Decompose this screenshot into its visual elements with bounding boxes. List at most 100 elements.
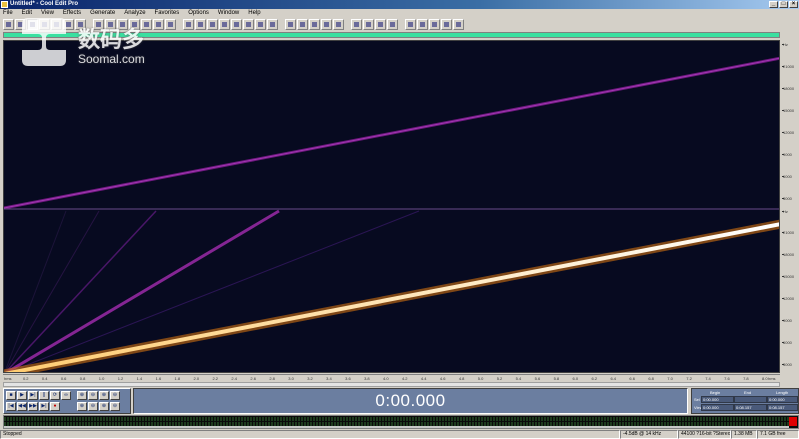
view-end-field[interactable]: 0:08.157 xyxy=(734,404,767,411)
menu-edit[interactable]: Edit xyxy=(22,9,32,18)
pause-button[interactable]: || xyxy=(39,391,49,400)
time-tick: hms xyxy=(768,376,776,381)
toolbar-button-32[interactable] xyxy=(405,19,416,30)
toolbar-button-20[interactable] xyxy=(243,19,254,30)
toolbar-button-9[interactable] xyxy=(105,19,116,30)
time-tick: 4.0 xyxy=(383,376,389,381)
status-bar: Stopped -4.5dB @ 14 kHz 44100 ?16-bit ?S… xyxy=(0,430,799,439)
zoom-selection-button[interactable]: ⊖ xyxy=(110,391,120,400)
maximize-button[interactable]: □ xyxy=(779,1,788,8)
time-tick: 1.6 xyxy=(155,376,162,381)
time-tick: 1.4 xyxy=(136,376,143,381)
toolbar-button-13[interactable] xyxy=(153,19,164,30)
toolbar-button-36[interactable] xyxy=(453,19,464,30)
time-tick: 4.8 xyxy=(458,376,465,381)
menu-view[interactable]: View xyxy=(41,9,54,18)
toolbar-button-10[interactable] xyxy=(117,19,128,30)
menu-window[interactable]: Window xyxy=(218,9,239,18)
zoom-in-horizontal-button[interactable]: ⊕ xyxy=(77,391,87,400)
go-to-end-button[interactable]: ▶| xyxy=(39,402,49,411)
toolbar-button-16[interactable] xyxy=(195,19,206,30)
zoom-out-horizontal-button[interactable]: ⊖ xyxy=(88,391,98,400)
frequency-tick: 15000 xyxy=(781,274,795,280)
fundamental-sweep xyxy=(4,222,779,372)
zoom-in-vertical-button[interactable]: ⊕ xyxy=(99,402,109,411)
menu-options[interactable]: Options xyxy=(188,9,209,18)
menu-favorites[interactable]: Favorites xyxy=(155,9,180,18)
menu-file[interactable]: File xyxy=(3,9,13,18)
status-cursor-readout: -4.5dB @ 14 kHz xyxy=(620,430,678,439)
overview-bar[interactable] xyxy=(3,32,780,38)
toolbar-button-28[interactable] xyxy=(351,19,362,30)
horizontal-scrollbar[interactable] xyxy=(3,382,780,387)
toolbar-button-35[interactable] xyxy=(441,19,452,30)
harmonic-line-4 xyxy=(4,210,100,372)
toolbar-button-18[interactable] xyxy=(219,19,230,30)
toolbar-button-29[interactable] xyxy=(363,19,374,30)
toolbar-button-21[interactable] xyxy=(255,19,266,30)
toolbar-button-27[interactable] xyxy=(333,19,344,30)
toolbar-button-26[interactable] xyxy=(321,19,332,30)
stop-button[interactable]: ■ xyxy=(6,391,16,400)
toolbar-button-14[interactable] xyxy=(165,19,176,30)
play-to-end-button[interactable]: ▶| xyxy=(28,391,38,400)
toolbar-button-31[interactable] xyxy=(387,19,398,30)
menu-bar: File Edit View Effects Generate Analyze … xyxy=(0,9,799,18)
menu-generate[interactable]: Generate xyxy=(90,9,115,18)
sel-begin-field[interactable]: 0:00.000 xyxy=(701,396,734,403)
sel-end-field[interactable] xyxy=(734,396,767,403)
toolbar-button-25[interactable] xyxy=(309,19,320,30)
time-tick: 3.2 xyxy=(307,376,313,381)
time-tick: 4.6 xyxy=(439,376,446,381)
rewind-button[interactable]: ◀◀ xyxy=(17,402,27,411)
time-ruler[interactable]: hms 0.2 0.4 0.6 0.8 1.0 1.2 1.4 1.6 1.8 2.0 2.2 2.4 2… xyxy=(3,374,780,382)
toolbar-button-23[interactable] xyxy=(285,19,296,30)
close-button[interactable]: × xyxy=(789,1,798,8)
fast-forward-button[interactable]: ▶▶ xyxy=(28,402,38,411)
toolbar-button-19[interactable] xyxy=(231,19,242,30)
zoom-out-right-button[interactable]: ⊖ xyxy=(88,402,98,411)
toolbar-button-2[interactable] xyxy=(15,19,26,30)
toolbar-button-5[interactable] xyxy=(51,19,62,30)
toolbar-button-24[interactable] xyxy=(297,19,308,30)
frequency-tick: Hz xyxy=(782,208,788,214)
view-length-field[interactable]: 0:08.157 xyxy=(767,404,798,411)
menu-effects[interactable]: Effects xyxy=(63,9,81,18)
toolbar-button-30[interactable] xyxy=(375,19,386,30)
record-button[interactable]: ● xyxy=(50,402,60,411)
clip-indicator[interactable] xyxy=(789,417,797,426)
toolbar-button-22[interactable] xyxy=(267,19,278,30)
zoom-in-left-button[interactable]: ⊕ xyxy=(77,402,87,411)
view-begin-field[interactable]: 0:00.000 xyxy=(701,404,734,411)
time-display: 0:00.000 xyxy=(133,388,688,414)
toolbar-button-15[interactable] xyxy=(183,19,194,30)
zoom-out-vertical-button[interactable]: ⊖ xyxy=(110,402,120,411)
toolbar-button-17[interactable] xyxy=(207,19,218,30)
play-looped-button[interactable]: ⟳ xyxy=(50,391,60,400)
time-tick: 7.2 xyxy=(686,376,692,381)
level-meter xyxy=(3,415,799,429)
time-tick: 6.4 xyxy=(610,376,616,381)
zoom-full-button[interactable]: ⊕ xyxy=(99,391,109,400)
sel-length-field[interactable]: 0:00.000 xyxy=(767,396,798,403)
toolbar-button-7[interactable] xyxy=(75,19,86,30)
selection-view-panel: Begin End Length Sel 0:00.000 0:00.000 V… xyxy=(691,388,799,414)
go-to-start-button[interactable]: |◀ xyxy=(6,402,16,411)
toolbar-button-8[interactable] xyxy=(93,19,104,30)
toolbar-button-12[interactable] xyxy=(141,19,152,30)
toolbar-button-33[interactable] xyxy=(417,19,428,30)
spectral-view[interactable] xyxy=(3,40,780,373)
toolbar-button-3[interactable] xyxy=(27,19,38,30)
overview-visible-range[interactable] xyxy=(4,33,779,37)
loop-icon-button[interactable]: ∞ xyxy=(61,391,71,400)
minimize-button[interactable]: _ xyxy=(769,1,778,8)
time-tick: 6.6 xyxy=(629,376,635,381)
toolbar-button-1[interactable] xyxy=(3,19,14,30)
menu-help[interactable]: Help xyxy=(248,9,260,18)
toolbar-button-11[interactable] xyxy=(129,19,140,30)
menu-analyze[interactable]: Analyze xyxy=(124,9,145,18)
toolbar-button-34[interactable] xyxy=(429,19,440,30)
toolbar-button-6[interactable] xyxy=(63,19,74,30)
toolbar-button-4[interactable] xyxy=(39,19,50,30)
play-button[interactable]: ▶ xyxy=(17,391,27,400)
